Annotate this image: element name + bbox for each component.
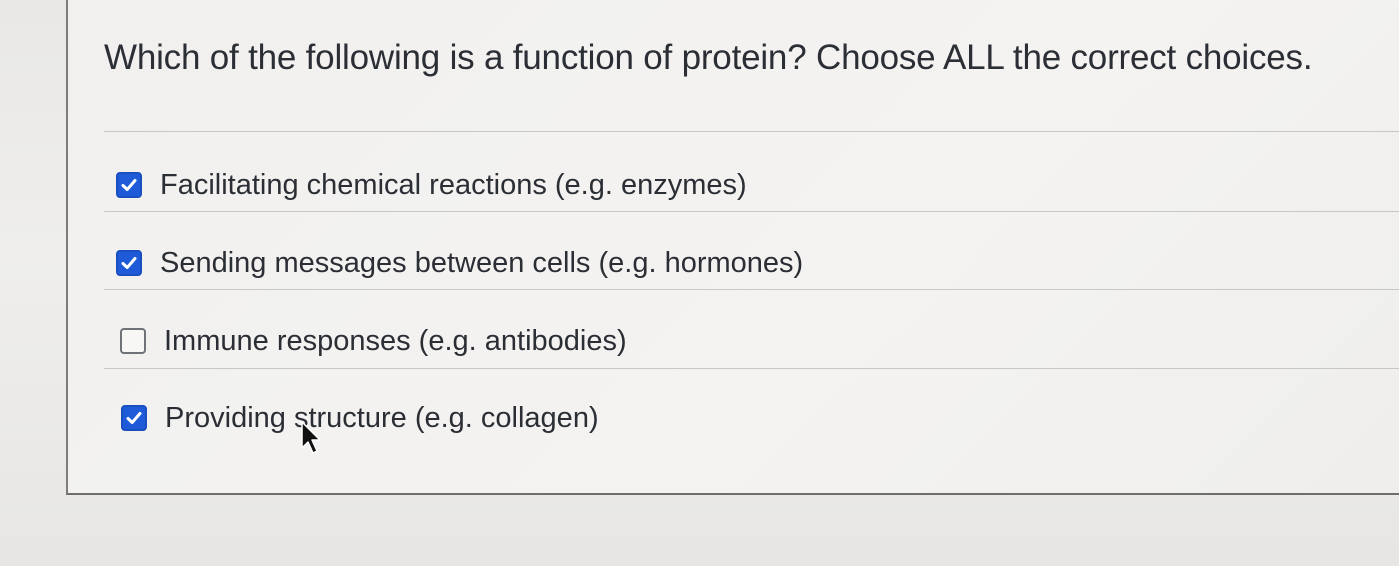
answer-label: Immune responses (e.g. antibodies) (164, 324, 627, 357)
divider-top (104, 131, 1399, 132)
answer-option-2[interactable]: Sending messages between cells (e.g. hor… (116, 243, 803, 283)
answer-option-3[interactable]: Immune responses (e.g. antibodies) (120, 321, 627, 361)
divider-3 (104, 368, 1399, 369)
divider-2 (104, 289, 1399, 290)
mouse-pointer-icon (301, 421, 321, 454)
question-text: Which of the following is a function of … (104, 38, 1313, 77)
answer-option-1[interactable]: Facilitating chemical reactions (e.g. en… (116, 165, 747, 205)
checkbox-checked[interactable] (121, 405, 147, 431)
checkbox-checked[interactable] (116, 172, 142, 198)
answer-label: Providing structure (e.g. collagen) (165, 401, 599, 434)
checkbox-checked[interactable] (116, 250, 142, 276)
checkmark-icon (126, 412, 142, 424)
divider-1 (104, 211, 1399, 212)
answer-label: Sending messages between cells (e.g. hor… (160, 246, 804, 279)
checkmark-icon (121, 257, 137, 269)
answer-label: Facilitating chemical reactions (e.g. en… (160, 168, 747, 201)
checkmark-icon (121, 179, 137, 191)
checkbox-unchecked[interactable] (120, 328, 146, 354)
answer-option-4[interactable]: Providing structure (e.g. collagen) (121, 398, 599, 438)
